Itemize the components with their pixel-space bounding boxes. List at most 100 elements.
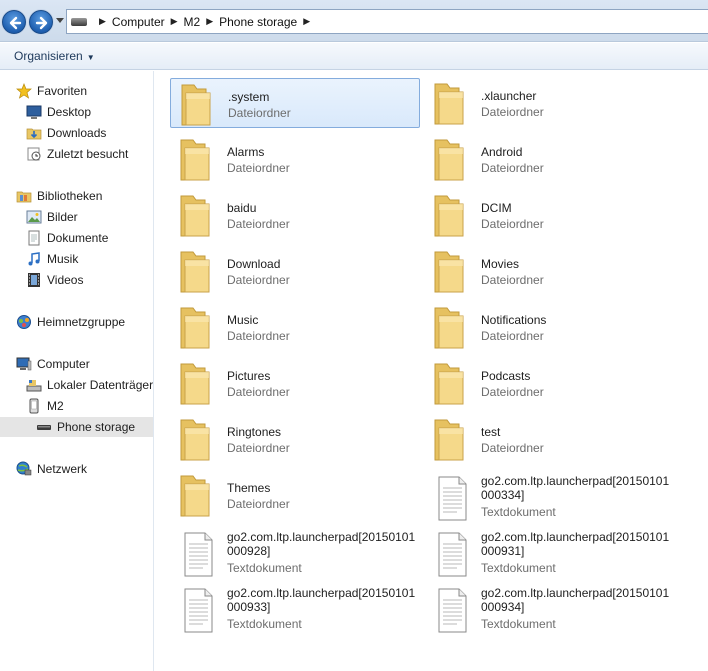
documents-icon [26,230,42,246]
music-icon [26,251,42,267]
nav-label: Downloads [47,126,107,140]
recent-pages-dropdown-icon[interactable] [56,18,64,24]
text-document-icon [429,586,473,634]
file-name: Themes [227,481,271,495]
file-name: Download [227,257,281,271]
file-name: DCIM [481,201,512,215]
breadcrumb-phone-storage[interactable]: Phone storage [219,15,297,29]
nav-pictures[interactable]: Bilder [26,207,78,227]
folder-icon [175,192,219,240]
folder-icon [176,81,220,129]
folder-icon [175,472,219,520]
nav-documents[interactable]: Dokumente [26,228,108,248]
file-type: Dateiordner [227,161,290,175]
folder-item[interactable]: Android Dateiordner [424,134,674,184]
forward-button[interactable] [29,10,53,34]
nav-network[interactable]: Netzwerk [16,459,87,479]
file-type: Dateiordner [227,217,290,231]
nav-label: Favoriten [37,84,88,98]
folder-item[interactable]: Themes Dateiordner [170,470,420,520]
recent-places-icon [26,146,42,162]
file-name: go2.com.ltp.launcherpad[20150101000928] [227,530,416,558]
file-type: Textdokument [227,561,302,575]
file-list: .system Dateiordner .xlauncher Dateiordn… [155,71,708,671]
file-name: .system [228,90,270,104]
breadcrumb-chevron-icon[interactable]: ▶ [171,16,178,27]
chevron-down-icon: ▼ [86,53,95,62]
computer-icon [16,356,32,372]
document-item[interactable]: go2.com.ltp.launcherpad[20150101000928] … [170,528,420,578]
folder-icon [429,192,473,240]
folder-icon [429,360,473,408]
breadcrumb-chevron-icon[interactable]: ▶ [99,16,106,27]
nav-label: Netzwerk [37,462,88,476]
file-type: Dateiordner [227,497,290,511]
nav-music[interactable]: Musik [26,249,78,269]
file-type: Dateiordner [481,441,544,455]
nav-videos[interactable]: Videos [26,270,83,290]
organize-menu-button[interactable]: Organisieren ▼ [14,49,95,63]
text-document-icon [429,474,473,522]
nav-desktop[interactable]: Desktop [26,102,91,122]
file-name: go2.com.ltp.launcherpad[20150101000931] [481,530,670,558]
file-type: Dateiordner [227,385,290,399]
arrow-right-icon [35,16,48,30]
downloads-folder-icon [26,125,42,141]
breadcrumb-chevron-icon[interactable]: ▶ [303,16,310,27]
nav-computer[interactable]: Computer [16,354,90,374]
nav-label: Bibliotheken [37,189,103,203]
file-type: Textdokument [481,505,556,519]
nav-m2[interactable]: M2 [26,396,64,416]
folder-icon [175,248,219,296]
breadcrumb-computer[interactable]: Computer [112,15,165,29]
document-item[interactable]: go2.com.ltp.launcherpad[20150101000934] … [424,584,674,634]
nav-local-disk[interactable]: Lokaler Datenträger [26,375,153,395]
file-type: Dateiordner [481,385,544,399]
nav-downloads[interactable]: Downloads [26,123,106,143]
file-type: Textdokument [227,617,302,631]
folder-item[interactable]: Pictures Dateiordner [170,358,420,408]
folder-item[interactable]: test Dateiordner [424,414,674,464]
file-name: Alarms [227,145,265,159]
folder-item[interactable]: DCIM Dateiordner [424,190,674,240]
folder-icon [429,304,473,352]
back-button[interactable] [2,10,26,34]
breadcrumb-m2[interactable]: M2 [184,15,201,29]
file-name: Notifications [481,313,547,327]
nav-recent-places[interactable]: Zuletzt besucht [26,144,128,164]
folder-item[interactable]: .system Dateiordner [170,78,420,128]
document-item[interactable]: go2.com.ltp.launcherpad[20150101000933] … [170,584,420,634]
nav-label: Heimnetzgruppe [37,315,126,329]
folder-item[interactable]: Alarms Dateiordner [170,134,420,184]
folder-item[interactable]: Download Dateiordner [170,246,420,296]
address-input[interactable]: ▶ Computer ▶ M2 ▶ Phone storage ▶ [66,9,708,34]
breadcrumb-chevron-icon[interactable]: ▶ [206,16,213,27]
file-name: Android [481,145,523,159]
nav-phone-storage[interactable]: Phone storage [0,417,153,437]
file-type: Dateiordner [481,329,544,343]
nav-label: Dokumente [47,231,109,245]
file-type: Textdokument [481,617,556,631]
nav-homegroup[interactable]: Heimnetzgruppe [16,312,125,332]
folder-item[interactable]: .xlauncher Dateiordner [424,78,674,128]
document-item[interactable]: go2.com.ltp.launcherpad[20150101000931] … [424,528,674,578]
folder-icon [429,248,473,296]
nav-favorites[interactable]: Favoriten [16,81,87,101]
nav-libraries[interactable]: Bibliotheken [16,186,102,206]
local-disk-icon [26,377,42,393]
folder-item[interactable]: Notifications Dateiordner [424,302,674,352]
folder-icon [175,360,219,408]
address-bar-area: ▶ Computer ▶ M2 ▶ Phone storage ▶ [0,0,708,42]
file-type: Dateiordner [227,329,290,343]
nav-label: Bilder [47,210,78,224]
folder-item[interactable]: Ringtones Dateiordner [170,414,420,464]
folder-item[interactable]: baidu Dateiordner [170,190,420,240]
folder-item[interactable]: Podcasts Dateiordner [424,358,674,408]
nav-label: Zuletzt besucht [47,147,129,161]
folder-item[interactable]: Music Dateiordner [170,302,420,352]
folder-item[interactable]: Movies Dateiordner [424,246,674,296]
document-item[interactable]: go2.com.ltp.launcherpad[20150101000334] … [424,472,674,522]
nav-label: Phone storage [57,420,136,434]
nav-label: Computer [37,357,90,371]
nav-label: Lokaler Datenträger [47,378,154,392]
